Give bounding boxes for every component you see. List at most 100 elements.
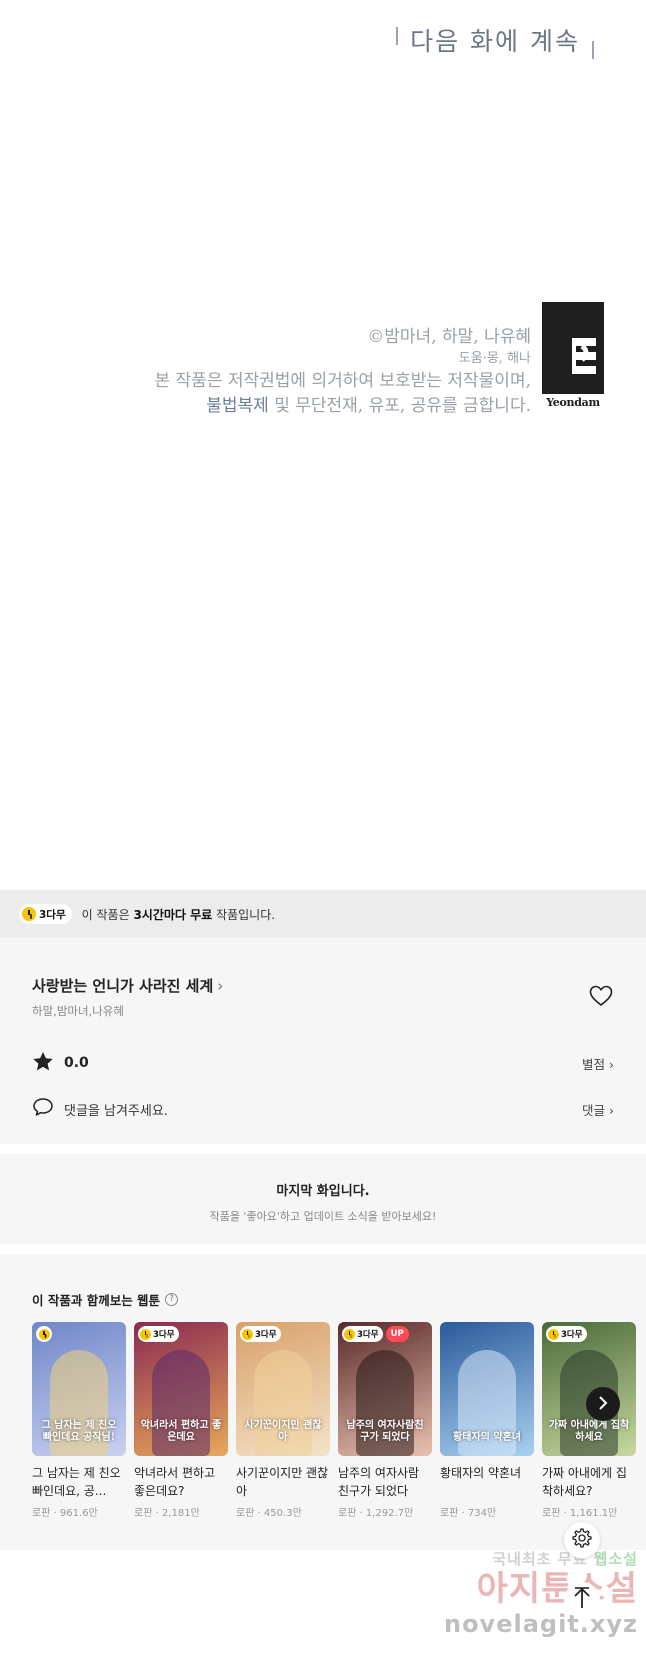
chevron-right-icon: › [217, 977, 224, 995]
comment-bubble-icon [32, 1097, 54, 1121]
carousel-next-button[interactable] [586, 1387, 620, 1421]
cover-title-art: 황태자의 약혼녀 [453, 1432, 521, 1443]
webtoon-genre-views: 로판 · 2,181만 [134, 1508, 200, 1519]
recommendation-card[interactable]: 남주의 여자사람친구가 되었다 3다무 UP 남주의 여자사람 친구가 되었다로판 ·… [338, 1322, 432, 1550]
cover-tags [36, 1326, 52, 1342]
update-badge: UP [385, 1326, 409, 1342]
clock-icon [38, 1328, 50, 1340]
divider [396, 26, 399, 45]
comment-row[interactable]: 댓글을 남겨주세요. 댓글 › [32, 1097, 614, 1121]
wait-free-tag-label: 3다무 [153, 1330, 175, 1340]
page: 다음 화에 계속 ©밤마녀, 하말, 나유혜 도움·몽, 해나 본 작품은 저작… [0, 0, 646, 1662]
recommendation-card[interactable]: 그 남자는 제 친오빠인데요 공작님! 그 남자는 제 친오빠인데요, 공... 로… [32, 1322, 126, 1550]
cover-title-art: 남주의 여자사람친구가 되었다 [346, 1420, 424, 1443]
clock-icon [242, 1328, 253, 1340]
clock-icon [22, 907, 36, 921]
watermark-tagline-b: 웹소설 [593, 1550, 638, 1568]
rating-row: 0.0 별점 › [32, 1051, 614, 1075]
cover-thumbnail[interactable]: 사기꾼이지만 괜찮아 3다무 [236, 1322, 330, 1456]
webtoon-genre-views: 로판 · 1,292.7만 [338, 1508, 414, 1519]
free-wait-message-suffix: 작품입니다. [212, 907, 276, 922]
to-be-continued: 다음 화에 계속 [396, 22, 594, 59]
webtoon-title: 가짜 아내에게 집착하세요? [542, 1466, 627, 1498]
yeondam-logo: Yeondam [542, 302, 604, 412]
cover-thumbnail[interactable]: 황태자의 약혼녀 [440, 1322, 534, 1456]
cover-tags: 3다무 [240, 1326, 281, 1342]
watermark-name: 아지툰소설 [476, 1569, 638, 1609]
recommendation-list: 그 남자는 제 친오빠인데요 공작님! 그 남자는 제 친오빠인데요, 공... 로… [32, 1322, 646, 1550]
credits-emphasis: 불법복제 [206, 396, 269, 416]
comment-link[interactable]: 댓글 › [582, 1100, 614, 1119]
cover-tags: 3다무 [546, 1326, 587, 1342]
rating-link[interactable]: 별점 › [582, 1054, 614, 1073]
free-wait-message-bold: 3시간마다 무료 [133, 907, 213, 922]
cover-title-art: 그 남자는 제 친오빠인데요 공작님! [41, 1420, 117, 1443]
yeondam-logo-text: Yeondam [546, 396, 600, 409]
credits-authors: ©밤마녀, 하말, 나유혜 [367, 327, 531, 347]
webtoon-title: 악녀라서 편하고 좋은데요? [134, 1466, 216, 1498]
recommendations: 이 작품과 함께보는 웹툰? 그 남자는 제 친오빠인데요 공작님! 그 남자는 … [0, 1254, 646, 1550]
wait-free-tag: 3다무 [546, 1326, 587, 1342]
free-wait-message: 이 작품은 3시간마다 무료 작품입니다. [82, 906, 275, 923]
watermark-url: novelagit.xyz [443, 1610, 638, 1638]
cover-tags: 3다무 [138, 1326, 179, 1342]
star-icon [32, 1051, 54, 1076]
series-authors: 하말,밤마녀,나유혜 [32, 1004, 124, 1018]
webtoon-genre-views: 로판 · 734만 [440, 1508, 497, 1519]
webtoon-title: 그 남자는 제 친오빠인데요, 공... [32, 1466, 121, 1498]
webtoon-title: 사기꾼이지만 괜찮아 [236, 1466, 329, 1498]
help-icon[interactable]: ? [165, 1293, 179, 1306]
wait-free-tag-label: 3다무 [561, 1330, 583, 1340]
webtoon-genre-views: 로판 · 450.3만 [236, 1508, 302, 1519]
viewer-settings-button[interactable] [564, 1522, 600, 1558]
wait-free-tag-label: 3다무 [255, 1330, 277, 1340]
site-watermark: 국내최초 무료 웹소설 아지툰소설 novelagit.xyz [428, 1548, 638, 1658]
recommendation-card[interactable]: 가짜 아내에게 집착하세요 3다무가짜 아내에게 집착하세요? 로판 · 1,161… [542, 1322, 636, 1550]
cover-tags: 3다무 UP [342, 1326, 409, 1342]
recommendations-title-text: 이 작품과 함께보는 웹툰 [32, 1293, 161, 1308]
cover-thumbnail[interactable]: 악녀라서 편하고 좋은데요 3다무 [134, 1322, 228, 1456]
cover-thumbnail[interactable]: 가짜 아내에게 집착하세요 3다무 [542, 1322, 636, 1456]
clock-icon [344, 1328, 355, 1340]
credits-notice: 본 작품은 저작권법에 의거하여 보호받는 저작물이며, [154, 371, 531, 391]
series-title-link[interactable]: 사랑받는 언니가 사라진 세계 › [32, 975, 223, 996]
cover-title-art: 사기꾼이지만 괜찮아 [244, 1420, 322, 1443]
comment-prompt: 댓글을 남겨주세요. [64, 1103, 168, 1119]
scroll-top-button[interactable] [564, 1582, 600, 1618]
recommendations-title: 이 작품과 함께보는 웹툰? [32, 1290, 179, 1309]
cover-title-art: 가짜 아내에게 집착하세요 [548, 1420, 630, 1443]
webtoon-title: 남주의 여자사람 친구가 되었다 [338, 1466, 420, 1498]
watermark-tagline: 국내최초 무료 웹소설 [428, 1548, 638, 1569]
last-episode-notice: 마지막 화입니다. 작품을 '좋아요'하고 업데이트 소식을 받아보세요! [0, 1144, 646, 1254]
rating-value: 0.0 [64, 1055, 89, 1071]
to-be-continued-text: 다음 화에 계속 [410, 27, 580, 56]
wait-free-badge-label: 3다무 [39, 908, 66, 921]
cover-title-art: 악녀라서 편하고 좋은데요 [140, 1420, 222, 1443]
recommendation-card[interactable]: 사기꾼이지만 괜찮아 3다무사기꾼이지만 괜찮아로판 · 450.3만 [236, 1322, 330, 1550]
credits-assistants: 도움·몽, 해나 [458, 351, 531, 366]
wait-free-badge: 3다무 [19, 904, 72, 924]
arrow-up-icon [572, 1587, 592, 1613]
recommendation-card[interactable]: 악녀라서 편하고 좋은데요 3다무악녀라서 편하고 좋은데요? 로판 · 2,181… [134, 1322, 228, 1550]
free-wait-message-prefix: 이 작품은 [81, 907, 134, 922]
webtoon-genre-views: 로판 · 961.6만 [32, 1508, 98, 1519]
webtoon-genre-views: 로판 · 1,161.1만 [542, 1508, 618, 1519]
cover-thumbnail[interactable]: 그 남자는 제 친오빠인데요 공작님! [32, 1322, 126, 1456]
wait-free-tag: 3다무 [342, 1326, 383, 1342]
like-heart-icon[interactable] [589, 985, 613, 1007]
clock-icon [140, 1328, 151, 1340]
free-wait-banner: 3다무 이 작품은 3시간마다 무료 작품입니다. [0, 890, 646, 938]
cover-thumbnail[interactable]: 남주의 여자사람친구가 되었다 3다무 UP [338, 1322, 432, 1456]
wait-free-tag: 3다무 [240, 1326, 281, 1342]
divider [592, 40, 594, 59]
last-episode-subtitle: 작품을 '좋아요'하고 업데이트 소식을 받아보세요! [209, 1210, 437, 1223]
yeondam-logo-mark [542, 302, 604, 394]
series-title: 사랑받는 언니가 사라진 세계 [32, 977, 214, 995]
wait-free-tag: 3다무 [138, 1326, 179, 1342]
recommendation-card[interactable]: 황태자의 약혼녀 황태자의 약혼녀 로판 · 734만 [440, 1322, 534, 1550]
last-episode-title: 마지막 화입니다. [276, 1184, 370, 1199]
webtoon-title: 황태자의 약혼녀 [440, 1466, 522, 1480]
copyright-credits: ©밤마녀, 하말, 나유혜 도움·몽, 해나 본 작품은 저작권법에 의거하여 … [154, 325, 531, 419]
clock-icon [548, 1328, 559, 1340]
credits-notice-2: 불법복제 및 무단전재, 유포, 공유를 금합니다. [154, 394, 531, 419]
